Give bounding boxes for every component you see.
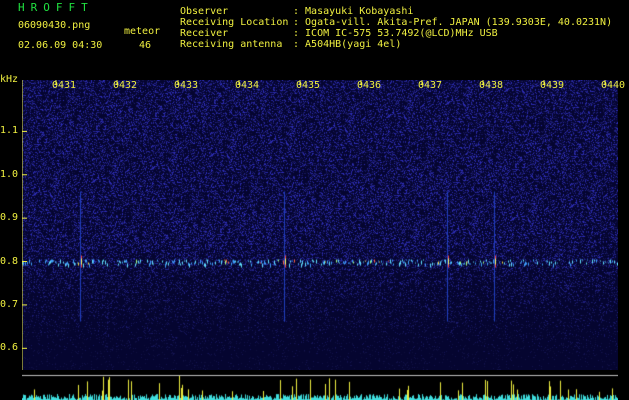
- y-axis-label: kHz: [0, 74, 19, 85]
- label-antenna: Receiving antenna: [180, 39, 283, 50]
- value-receiver: : ICOM IC-575 53.7492(@LCD)MHz USB: [293, 28, 498, 39]
- file-name: 06090430.png: [18, 20, 91, 31]
- y-tick-label: 1.1: [0, 125, 19, 137]
- label-receiver: Receiver: [180, 28, 229, 39]
- y-tick-label: 0.6: [0, 342, 19, 354]
- y-tick-label: 0.8: [0, 255, 19, 267]
- app-title: HROFFT: [18, 1, 94, 14]
- x-tick-label: 0434: [235, 80, 260, 91]
- spectrogram-axes: [22, 80, 606, 370]
- label-location: Receiving Location: [180, 17, 289, 28]
- meteor-label: meteor: [124, 26, 161, 37]
- x-tick-label: 0432: [113, 80, 138, 91]
- x-tick-label: 0439: [540, 80, 565, 91]
- y-tick-label: 0.9: [0, 212, 19, 224]
- x-tick-label: 0431: [52, 80, 77, 91]
- x-tick-label: 0436: [357, 80, 382, 91]
- value-antenna: : A504HB(yagi 4el): [293, 39, 402, 50]
- x-tick-label: 0437: [418, 80, 443, 91]
- signal-meter: [22, 372, 618, 400]
- value-location: : Ogata-vill. Akita-Pref. JAPAN (139.930…: [293, 17, 613, 28]
- x-tick-label: 0440: [601, 80, 626, 91]
- meteor-count: 46: [139, 40, 152, 51]
- y-tick-label: 0.7: [0, 298, 19, 310]
- value-observer: : Masayuki Kobayashi: [293, 6, 414, 17]
- spectrogram: [22, 80, 618, 370]
- x-tick-label: 0433: [174, 80, 199, 91]
- timestamp: 02.06.09 04:30: [18, 40, 103, 51]
- x-tick-label: 0438: [479, 80, 504, 91]
- label-observer: Observer: [180, 6, 229, 17]
- x-tick-label: 0435: [296, 80, 321, 91]
- y-tick-label: 1.0: [0, 168, 19, 180]
